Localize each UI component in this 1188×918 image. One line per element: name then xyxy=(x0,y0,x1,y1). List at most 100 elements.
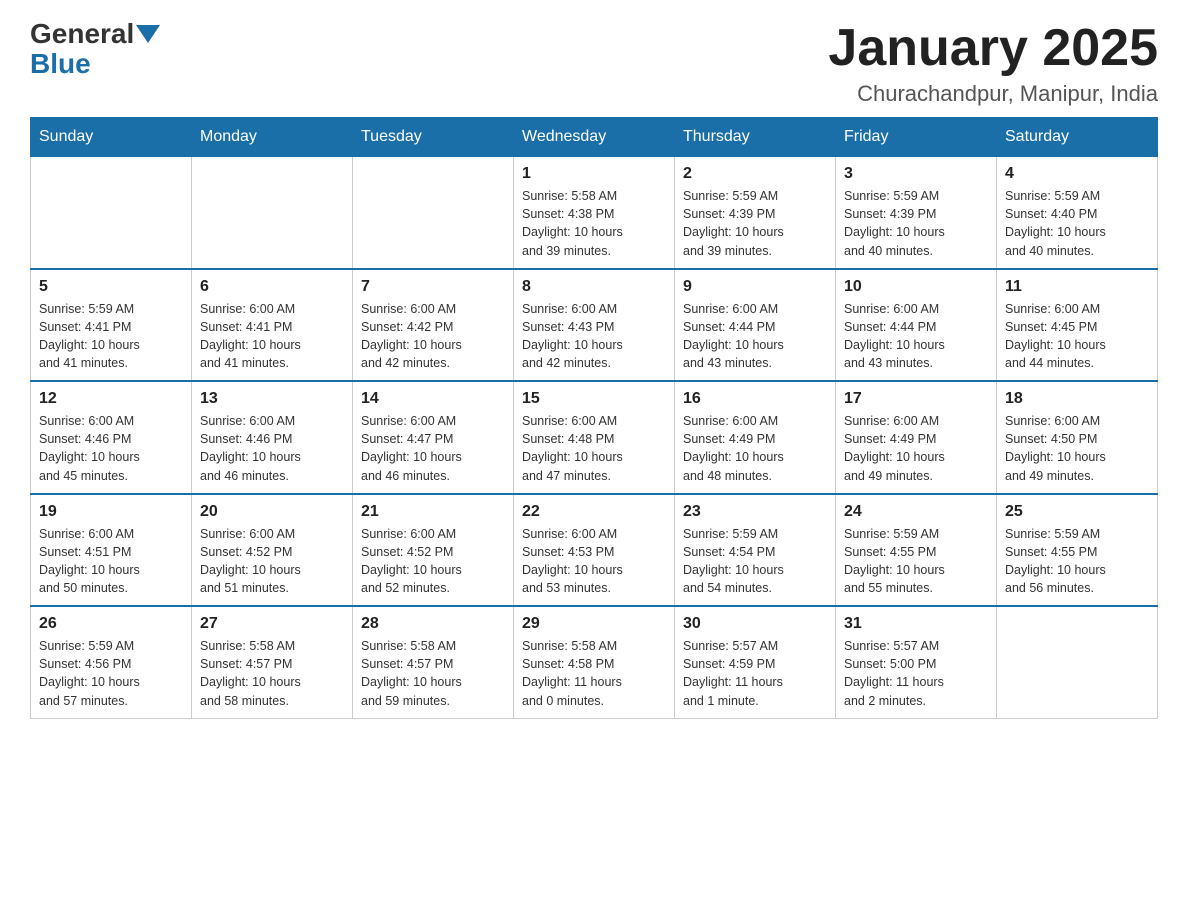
calendar-cell xyxy=(31,157,192,269)
weekday-header-saturday: Saturday xyxy=(997,118,1158,157)
title-block: January 2025 Churachandpur, Manipur, Ind… xyxy=(828,20,1158,107)
day-number: 9 xyxy=(683,278,827,296)
day-number: 20 xyxy=(200,503,344,521)
day-info: Sunrise: 6:00 AM Sunset: 4:42 PM Dayligh… xyxy=(361,300,505,373)
calendar-cell: 12 Sunrise: 6:00 AM Sunset: 4:46 PM Dayli… xyxy=(31,381,192,494)
day-number: 31 xyxy=(844,615,988,633)
day-info: Sunrise: 6:00 AM Sunset: 4:53 PM Dayligh… xyxy=(522,525,666,598)
calendar-cell: 23Sunrise: 5:59 AM Sunset: 4:54 PM Dayli… xyxy=(675,494,836,607)
weekday-header-wednesday: Wednesday xyxy=(514,118,675,157)
day-number: 19 xyxy=(39,503,183,521)
day-info: Sunrise: 6:00 AM Sunset: 4:44 PM Dayligh… xyxy=(844,300,988,373)
calendar-cell: 19 Sunrise: 6:00 AM Sunset: 4:51 PM Dayli… xyxy=(31,494,192,607)
day-info: Sunrise: 6:00 AM Sunset: 4:45 PM Dayligh… xyxy=(1005,300,1149,373)
day-number: 7 xyxy=(361,278,505,296)
calendar-cell: 14 Sunrise: 6:00 AM Sunset: 4:47 PM Dayli… xyxy=(353,381,514,494)
calendar-week-row: 26Sunrise: 5:59 AM Sunset: 4:56 PM Dayli… xyxy=(31,606,1158,718)
calendar-week-row: 1 Sunrise: 5:58 AM Sunset: 4:38 PM Daylig… xyxy=(31,157,1158,269)
day-info: Sunrise: 5:59 AM Sunset: 4:39 PM Dayligh… xyxy=(683,187,827,260)
day-number: 14 xyxy=(361,390,505,408)
calendar-cell xyxy=(997,606,1158,718)
day-info: Sunrise: 5:57 AM Sunset: 4:59 PM Dayligh… xyxy=(683,637,827,710)
calendar-cell: 25Sunrise: 5:59 AM Sunset: 4:55 PM Dayli… xyxy=(997,494,1158,607)
calendar-table: SundayMondayTuesdayWednesdayThursdayFrid… xyxy=(30,117,1158,719)
day-number: 30 xyxy=(683,615,827,633)
day-info: Sunrise: 5:59 AM Sunset: 4:54 PM Dayligh… xyxy=(683,525,827,598)
day-number: 13 xyxy=(200,390,344,408)
calendar-cell: 13 Sunrise: 6:00 AM Sunset: 4:46 PM Dayli… xyxy=(192,381,353,494)
calendar-cell: 1 Sunrise: 5:58 AM Sunset: 4:38 PM Daylig… xyxy=(514,157,675,269)
calendar-cell: 17 Sunrise: 6:00 AM Sunset: 4:49 PM Dayli… xyxy=(836,381,997,494)
day-number: 1 xyxy=(522,165,666,183)
day-info: Sunrise: 6:00 AM Sunset: 4:48 PM Dayligh… xyxy=(522,412,666,485)
day-info: Sunrise: 5:59 AM Sunset: 4:41 PM Dayligh… xyxy=(39,300,183,373)
calendar-cell: 20 Sunrise: 6:00 AM Sunset: 4:52 PM Dayli… xyxy=(192,494,353,607)
page-header: General Blue January 2025 Churachandpur,… xyxy=(30,20,1158,107)
logo-blue-text: Blue xyxy=(30,48,91,80)
day-info: Sunrise: 5:59 AM Sunset: 4:40 PM Dayligh… xyxy=(1005,187,1149,260)
calendar-cell: 29Sunrise: 5:58 AM Sunset: 4:58 PM Dayli… xyxy=(514,606,675,718)
day-info: Sunrise: 5:57 AM Sunset: 5:00 PM Dayligh… xyxy=(844,637,988,710)
logo-general-text: General xyxy=(30,20,134,48)
day-number: 8 xyxy=(522,278,666,296)
day-number: 16 xyxy=(683,390,827,408)
day-info: Sunrise: 6:00 AM Sunset: 4:49 PM Dayligh… xyxy=(683,412,827,485)
day-info: Sunrise: 6:00 AM Sunset: 4:51 PM Dayligh… xyxy=(39,525,183,598)
day-number: 2 xyxy=(683,165,827,183)
weekday-header-sunday: Sunday xyxy=(31,118,192,157)
day-info: Sunrise: 5:59 AM Sunset: 4:55 PM Dayligh… xyxy=(1005,525,1149,598)
day-number: 18 xyxy=(1005,390,1149,408)
day-number: 6 xyxy=(200,278,344,296)
calendar-cell: 15 Sunrise: 6:00 AM Sunset: 4:48 PM Dayli… xyxy=(514,381,675,494)
calendar-cell: 31 Sunrise: 5:57 AM Sunset: 5:00 PM Dayli… xyxy=(836,606,997,718)
calendar-cell: 18 Sunrise: 6:00 AM Sunset: 4:50 PM Dayli… xyxy=(997,381,1158,494)
day-number: 12 xyxy=(39,390,183,408)
day-number: 4 xyxy=(1005,165,1149,183)
day-info: Sunrise: 6:00 AM Sunset: 4:52 PM Dayligh… xyxy=(200,525,344,598)
calendar-cell: 9 Sunrise: 6:00 AM Sunset: 4:44 PM Daylig… xyxy=(675,269,836,382)
day-info: Sunrise: 6:00 AM Sunset: 4:47 PM Dayligh… xyxy=(361,412,505,485)
day-info: Sunrise: 5:59 AM Sunset: 4:55 PM Dayligh… xyxy=(844,525,988,598)
calendar-week-row: 5 Sunrise: 5:59 AM Sunset: 4:41 PM Daylig… xyxy=(31,269,1158,382)
day-info: Sunrise: 5:58 AM Sunset: 4:38 PM Dayligh… xyxy=(522,187,666,260)
day-number: 5 xyxy=(39,278,183,296)
day-number: 27 xyxy=(200,615,344,633)
calendar-cell: 3Sunrise: 5:59 AM Sunset: 4:39 PM Daylig… xyxy=(836,157,997,269)
day-info: Sunrise: 6:00 AM Sunset: 4:44 PM Dayligh… xyxy=(683,300,827,373)
day-info: Sunrise: 6:00 AM Sunset: 4:50 PM Dayligh… xyxy=(1005,412,1149,485)
calendar-cell: 27Sunrise: 5:58 AM Sunset: 4:57 PM Dayli… xyxy=(192,606,353,718)
calendar-week-row: 19 Sunrise: 6:00 AM Sunset: 4:51 PM Dayli… xyxy=(31,494,1158,607)
day-number: 29 xyxy=(522,615,666,633)
day-number: 15 xyxy=(522,390,666,408)
calendar-cell xyxy=(353,157,514,269)
logo: General Blue xyxy=(30,20,162,80)
weekday-header-monday: Monday xyxy=(192,118,353,157)
calendar-cell: 22Sunrise: 6:00 AM Sunset: 4:53 PM Dayli… xyxy=(514,494,675,607)
day-number: 17 xyxy=(844,390,988,408)
day-number: 10 xyxy=(844,278,988,296)
day-info: Sunrise: 6:00 AM Sunset: 4:46 PM Dayligh… xyxy=(39,412,183,485)
calendar-cell: 30 Sunrise: 5:57 AM Sunset: 4:59 PM Dayli… xyxy=(675,606,836,718)
month-title: January 2025 xyxy=(828,20,1158,77)
calendar-header-row: SundayMondayTuesdayWednesdayThursdayFrid… xyxy=(31,118,1158,157)
day-number: 28 xyxy=(361,615,505,633)
day-number: 24 xyxy=(844,503,988,521)
calendar-cell: 5 Sunrise: 5:59 AM Sunset: 4:41 PM Daylig… xyxy=(31,269,192,382)
calendar-week-row: 12 Sunrise: 6:00 AM Sunset: 4:46 PM Dayli… xyxy=(31,381,1158,494)
day-info: Sunrise: 6:00 AM Sunset: 4:52 PM Dayligh… xyxy=(361,525,505,598)
logo-triangle-icon xyxy=(136,25,160,43)
day-info: Sunrise: 5:58 AM Sunset: 4:57 PM Dayligh… xyxy=(361,637,505,710)
calendar-cell: 6Sunrise: 6:00 AM Sunset: 4:41 PM Daylig… xyxy=(192,269,353,382)
calendar-cell: 21Sunrise: 6:00 AM Sunset: 4:52 PM Dayli… xyxy=(353,494,514,607)
calendar-cell: 11 Sunrise: 6:00 AM Sunset: 4:45 PM Dayli… xyxy=(997,269,1158,382)
day-info: Sunrise: 6:00 AM Sunset: 4:43 PM Dayligh… xyxy=(522,300,666,373)
day-number: 11 xyxy=(1005,278,1149,296)
day-info: Sunrise: 5:59 AM Sunset: 4:39 PM Dayligh… xyxy=(844,187,988,260)
calendar-cell: 28 Sunrise: 5:58 AM Sunset: 4:57 PM Dayli… xyxy=(353,606,514,718)
calendar-cell: 4 Sunrise: 5:59 AM Sunset: 4:40 PM Daylig… xyxy=(997,157,1158,269)
day-info: Sunrise: 6:00 AM Sunset: 4:49 PM Dayligh… xyxy=(844,412,988,485)
weekday-header-friday: Friday xyxy=(836,118,997,157)
day-info: Sunrise: 6:00 AM Sunset: 4:46 PM Dayligh… xyxy=(200,412,344,485)
day-number: 26 xyxy=(39,615,183,633)
weekday-header-tuesday: Tuesday xyxy=(353,118,514,157)
